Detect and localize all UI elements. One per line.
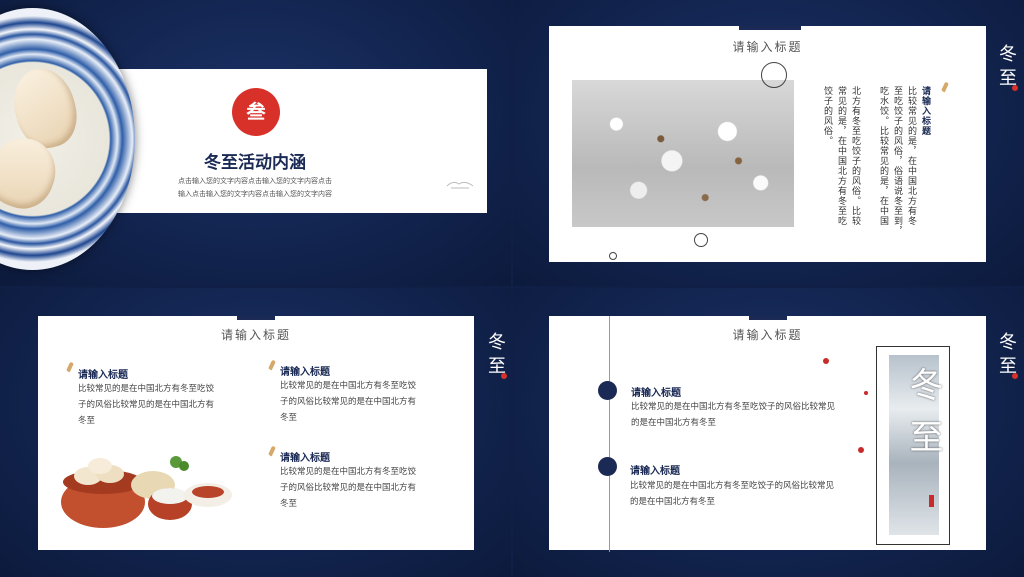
slide-thumbnail-2[interactable]: 请输入标题 请输入标题 比较常见的是，在中国北方有冬 至吃饺子的风俗，俗语说冬至… xyxy=(513,0,1024,286)
title-tab xyxy=(749,316,787,320)
poster-red-seal xyxy=(929,495,934,507)
slide3-item3-title: 请输入标题 xyxy=(280,453,330,464)
slide3-item2-title: 请输入标题 xyxy=(280,367,330,378)
decor-circle xyxy=(609,252,617,260)
red-seal-mark xyxy=(1012,85,1018,91)
slide1-heading: 冬至活动内涵 xyxy=(204,153,306,173)
poster-calligraphy-text: 冬至 xyxy=(903,367,943,471)
slide3-item1-line: 子的风俗比较常见的是在中国北方有 xyxy=(78,400,215,410)
slide4-item1-line: 比较常见的是在中国北方有冬至吃饺子的风俗比较常见 xyxy=(631,402,836,412)
slide3-item3-line: 子的风俗比较常见的是在中国北方有 xyxy=(280,483,417,493)
decor-circle xyxy=(694,233,708,247)
slide3-item2-line: 比较常见的是在中国北方有冬至吃饺 xyxy=(280,381,417,391)
slide2-text-column: 至吃饺子的风俗，俗语说冬至到， xyxy=(892,86,902,236)
timeline-line xyxy=(609,316,610,552)
slide3-title: 请输入标题 xyxy=(220,328,291,342)
slide-thumbnail-1[interactable]: 叁 冬至活动内涵 点击输入您的文字内容点击输入您的文字内容点击 输入点击输入您的… xyxy=(0,0,511,286)
title-tab xyxy=(237,316,275,320)
red-seal-mark xyxy=(1012,373,1018,379)
red-petal-decor xyxy=(864,391,868,395)
slide4-item1-title: 请输入标题 xyxy=(631,388,681,399)
dumpling-pot-illustration xyxy=(61,456,232,528)
slide4-item2-title: 请输入标题 xyxy=(630,466,680,477)
decor-circle xyxy=(761,62,787,88)
red-petal-decor xyxy=(823,358,829,364)
dongzhi-poster-image: 冬至 xyxy=(876,346,950,545)
timeline-dot xyxy=(598,457,617,476)
title-tab xyxy=(739,26,801,30)
slide2-item-title: 请输入标题 xyxy=(920,86,930,136)
dumpling-plate-image xyxy=(0,8,135,270)
frost-photo xyxy=(572,80,794,227)
slide3-item1-title: 请输入标题 xyxy=(78,370,128,381)
slide-thumbnail-3[interactable]: 请输入标题 冬至 xyxy=(0,288,511,577)
slide4-item2-line: 的是在中国北方有冬至 xyxy=(630,497,716,507)
slide2-text-column: 吃水饺。比较常见的是，在中国 xyxy=(878,86,888,226)
cloud-ornament-icon xyxy=(446,181,474,189)
slide3-item2-line: 冬至 xyxy=(280,413,298,423)
slide2-text-column: 常见的是，在中国北方有冬至吃 xyxy=(836,86,846,226)
slide1-body-line: 输入点击输入您的文字内容点击输入您的文字内容 xyxy=(178,190,332,198)
slide3-item2-line: 子的风俗比较常见的是在中国北方有 xyxy=(280,397,417,407)
section-number-badge: 叁 xyxy=(232,88,280,136)
slide2-text-column: 比较常见的是，在中国北方有冬 xyxy=(906,86,916,226)
timeline-dot xyxy=(598,381,617,400)
slide4-item2-line: 比较常见的是在中国北方有冬至吃饺子的风俗比较常见 xyxy=(630,481,835,491)
red-petal-decor xyxy=(858,447,864,453)
slide2-title: 请输入标题 xyxy=(732,40,803,54)
slide3-item1-line: 冬至 xyxy=(78,416,96,426)
slide3-item1-line: 比较常见的是在中国北方有冬至吃饺 xyxy=(78,384,215,394)
slide2-content-card: 请输入标题 请输入标题 比较常见的是，在中国北方有冬 至吃饺子的风俗，俗语说冬至… xyxy=(549,26,986,262)
red-seal-mark xyxy=(501,373,507,379)
slide3-item3-line: 冬至 xyxy=(280,499,298,509)
feather-icon xyxy=(941,81,949,93)
slide4-item1-line: 的是在中国北方有冬至 xyxy=(631,418,717,428)
slide1-body-line: 点击输入您的文字内容点击输入您的文字内容点击 xyxy=(178,177,332,185)
slide4-title: 请输入标题 xyxy=(732,328,803,342)
slide2-text-column: 北方有冬至吃饺子的风俗。比较 xyxy=(850,86,860,226)
slide3-item3-line: 比较常见的是在中国北方有冬至吃饺 xyxy=(280,467,417,477)
slide2-text-column: 饺子的风俗。 xyxy=(822,86,832,146)
